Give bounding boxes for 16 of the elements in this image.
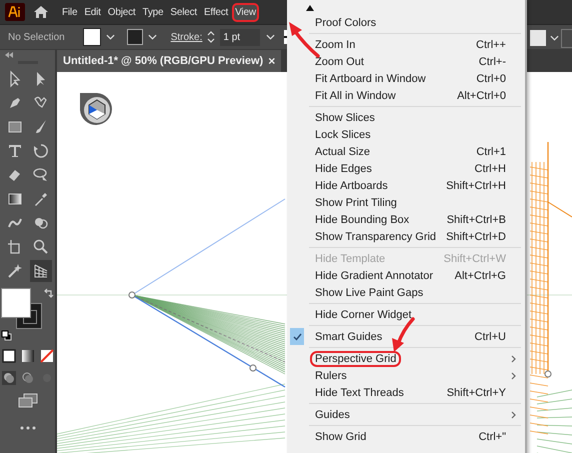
shortcut-label: Shift+Ctrl+H xyxy=(446,180,506,192)
shortcut-label: Ctrl+U xyxy=(474,330,506,342)
shortcut-label: Ctrl+" xyxy=(478,430,506,442)
shortcut-label: Shift+Ctrl+B xyxy=(446,214,506,226)
document-title: Untitled-1* @ 50% (RGB/GPU Preview) xyxy=(63,55,264,67)
shortcut-label: Ctrl+0 xyxy=(476,72,506,84)
shortcut-label: Alt+Ctrl+0 xyxy=(457,90,506,102)
shortcut-label: Shift+Ctrl+W xyxy=(444,252,506,264)
shortcut-label: Ctrl++ xyxy=(476,38,506,50)
shortcut-label: Shift+Ctrl+D xyxy=(446,230,506,242)
selection-label: No Selection xyxy=(8,32,65,42)
shortcut-label: Alt+Ctrl+G xyxy=(454,270,506,282)
shortcut-label: Ctrl+H xyxy=(474,162,506,174)
shortcut-label: Shift+Ctrl+Y xyxy=(446,386,506,398)
shortcut-label: Ctrl+- xyxy=(478,56,506,68)
shortcut-label: Ctrl+1 xyxy=(476,146,506,158)
